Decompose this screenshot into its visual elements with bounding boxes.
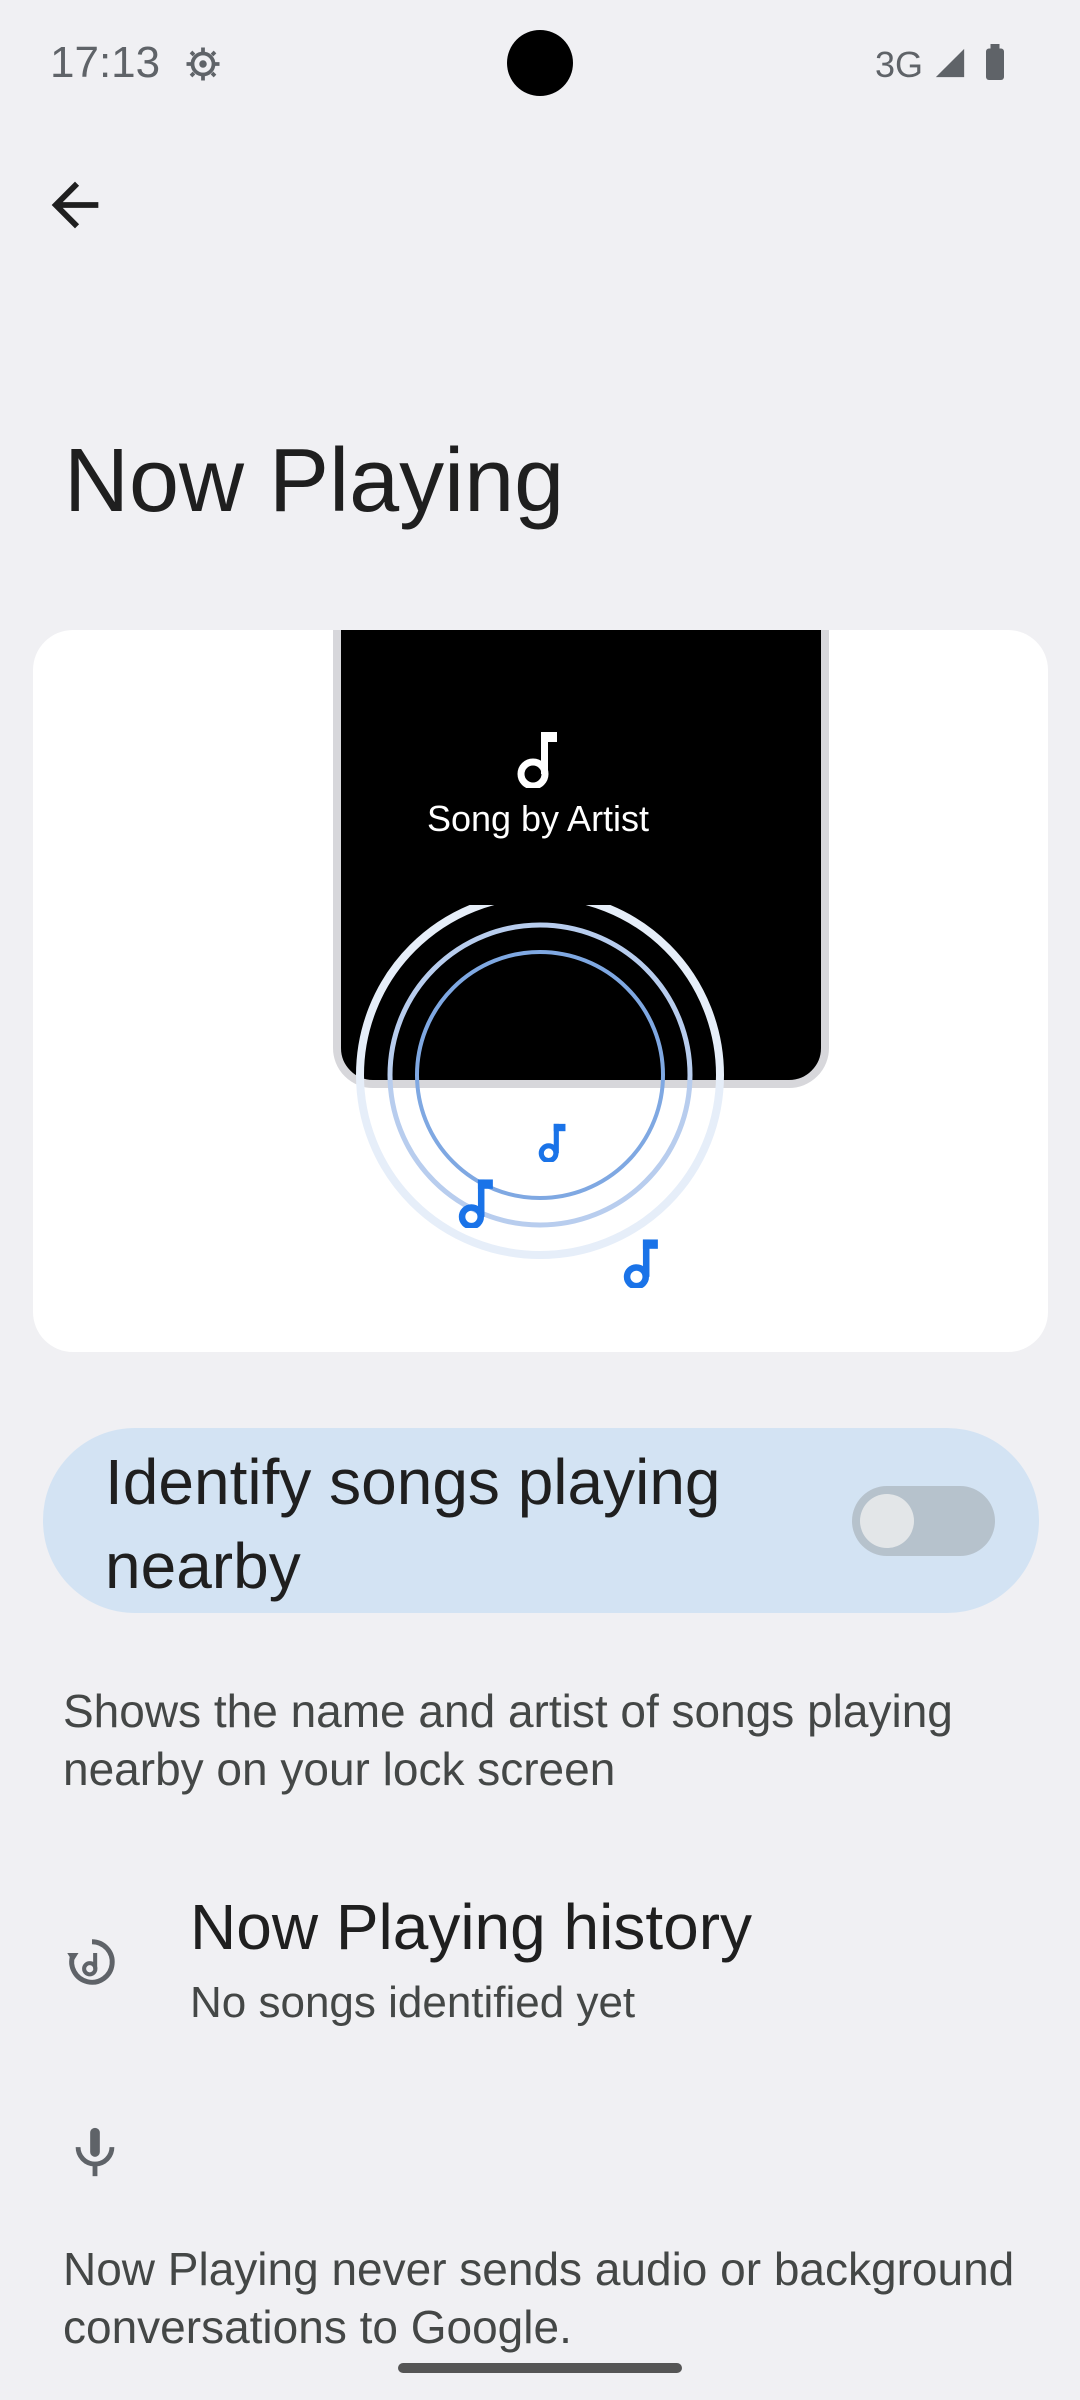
status-time: 17:13 bbox=[50, 38, 161, 87]
listening-rings bbox=[356, 905, 724, 1259]
switch-knob bbox=[860, 1494, 914, 1548]
page-title: Now Playing bbox=[64, 431, 565, 531]
music-note-icon bbox=[538, 1123, 566, 1162]
music-note-icon bbox=[517, 732, 557, 788]
history-subtitle: No songs identified yet bbox=[190, 1978, 636, 2027]
battery-icon bbox=[986, 44, 1004, 80]
back-arrow-icon[interactable] bbox=[40, 170, 110, 240]
identify-songs-description: Shows the name and artist of songs playi… bbox=[63, 1685, 953, 1795]
privacy-note: Now Playing never sends audio or backgro… bbox=[63, 2243, 1015, 2353]
microphone-icon bbox=[75, 2127, 115, 2177]
history-icon bbox=[67, 1939, 115, 1985]
gesture-nav-handle[interactable] bbox=[398, 2363, 682, 2373]
music-note-icon bbox=[458, 1179, 493, 1228]
app-bar bbox=[0, 128, 1080, 275]
identify-songs-label: Identify songs playing nearby bbox=[105, 1446, 721, 1602]
now-playing-song-text: Song by Artist bbox=[426, 798, 650, 839]
network-type-label: 3G bbox=[875, 44, 924, 85]
history-title[interactable]: Now Playing history bbox=[190, 1890, 752, 1964]
signal-icon bbox=[935, 48, 965, 78]
camera-cutout bbox=[507, 30, 573, 96]
settings-gear-icon bbox=[186, 47, 220, 81]
music-note-icon bbox=[623, 1239, 658, 1288]
